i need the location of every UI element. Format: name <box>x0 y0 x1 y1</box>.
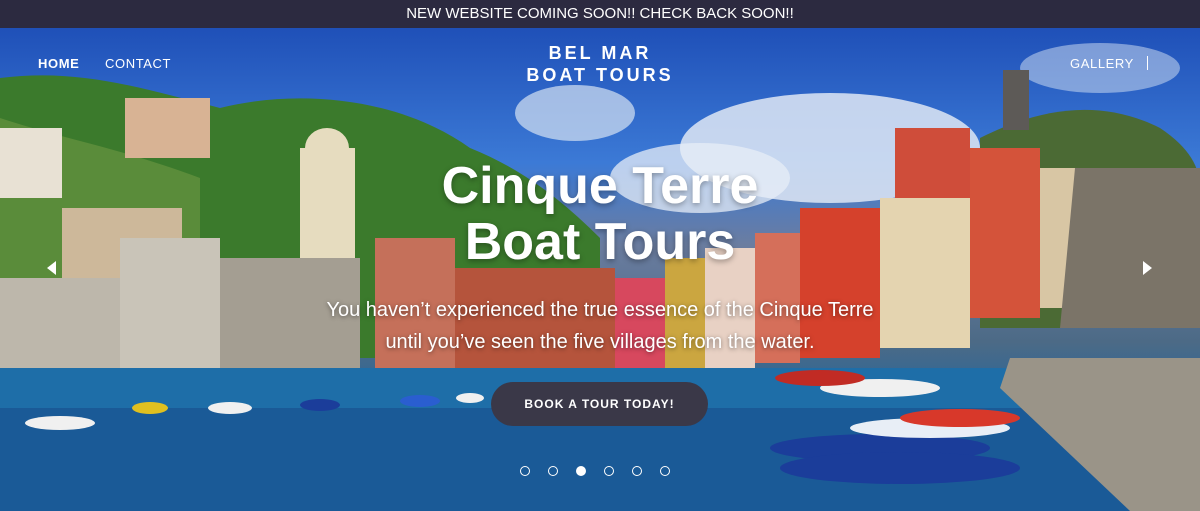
hero-subtitle-line-2: until you’ve seen the five villages from… <box>385 331 815 353</box>
carousel-dot[interactable] <box>632 466 642 476</box>
hero-headline: Cinque Terre Boat Tours <box>350 158 850 270</box>
carousel-dot[interactable] <box>604 466 614 476</box>
brand-logo[interactable]: BEL MAR BOAT TOURS <box>500 42 700 86</box>
nav-contact-link[interactable]: CONTACT <box>105 56 171 71</box>
brand-line-2: BOAT TOURS <box>526 65 674 85</box>
nav-gallery-link[interactable]: GALLERY <box>1070 56 1134 71</box>
carousel-dot[interactable] <box>660 466 670 476</box>
hero-subtitle-line-1: You haven’t experienced the true essence… <box>326 299 874 321</box>
book-tour-button[interactable]: BOOK A TOUR TODAY! <box>491 382 708 426</box>
nav-divider <box>1147 56 1148 70</box>
hero-headline-line-1: Cinque Terre <box>441 157 759 215</box>
hero-slider: HOME CONTACT BEL MAR BOAT TOURS GALLERY … <box>0 28 1200 511</box>
hero-subtitle: You haven’t experienced the true essence… <box>270 294 930 358</box>
chevron-left-icon[interactable] <box>42 260 62 280</box>
carousel-dots <box>520 466 680 480</box>
chevron-right-icon-shape <box>1143 261 1152 275</box>
announcement-bar: NEW WEBSITE COMING SOON!! CHECK BACK SOO… <box>0 0 1200 28</box>
chevron-right-icon[interactable] <box>1137 260 1157 280</box>
brand-line-1: BEL MAR <box>548 43 652 63</box>
carousel-dot[interactable] <box>548 466 558 476</box>
carousel-dot[interactable] <box>520 466 530 476</box>
carousel-dot[interactable] <box>576 466 586 476</box>
chevron-left-icon-shape <box>47 261 56 275</box>
nav-home-link[interactable]: HOME <box>38 56 79 71</box>
hero-headline-line-2: Boat Tours <box>464 213 736 271</box>
